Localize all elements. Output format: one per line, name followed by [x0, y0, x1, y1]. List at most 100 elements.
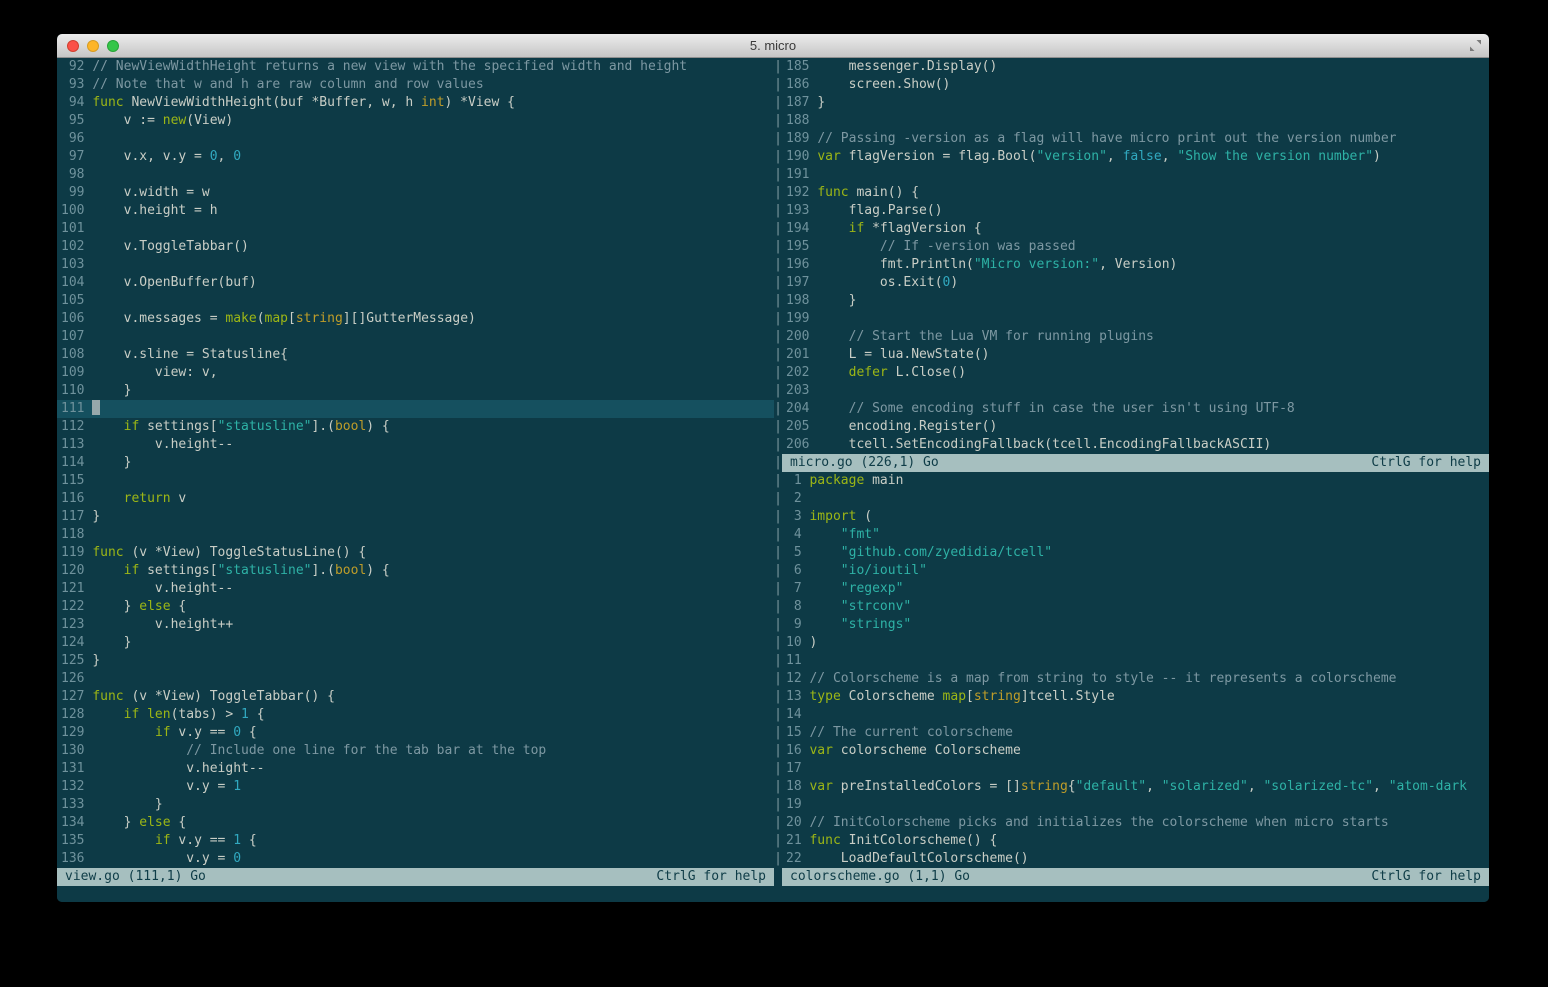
- code-line[interactable]: 196 fmt.Println("Micro version:", Versio…: [786, 256, 1489, 274]
- code-line[interactable]: 8 "strconv": [786, 598, 1489, 616]
- code-area-colorscheme-go[interactable]: 1 package main 2 3 import ( 4 "fmt" 5 "g…: [782, 472, 1489, 868]
- code-line[interactable]: 204 // Some encoding stuff in case the u…: [786, 400, 1489, 418]
- code-line[interactable]: 198 }: [786, 292, 1489, 310]
- code-line[interactable]: 95 v := new(View): [61, 112, 774, 130]
- code-line[interactable]: 102 v.ToggleTabbar(): [61, 238, 774, 256]
- code-line[interactable]: 131 v.height--: [61, 760, 774, 778]
- code-line[interactable]: 93 // Note that w and h are raw column a…: [61, 76, 774, 94]
- code-line[interactable]: 203: [786, 382, 1489, 400]
- code-token: if: [123, 707, 140, 722]
- code-line[interactable]: 195 // If -version was passed: [786, 238, 1489, 256]
- code-line[interactable]: 21 func InitColorscheme() {: [786, 832, 1489, 850]
- code-line[interactable]: 191: [786, 166, 1489, 184]
- code-line[interactable]: 11: [786, 652, 1489, 670]
- code-line[interactable]: 3 import (: [786, 508, 1489, 526]
- code-line[interactable]: 116 return v: [61, 490, 774, 508]
- minimize-button[interactable]: [87, 39, 99, 52]
- code-line[interactable]: 127 func (v *View) ToggleTabbar() {: [61, 688, 774, 706]
- code-line[interactable]: 19: [786, 796, 1489, 814]
- code-line[interactable]: 106 v.messages = make(map[string][]Gutte…: [61, 310, 774, 328]
- code-line[interactable]: 135 if v.y == 1 {: [61, 832, 774, 850]
- code-line[interactable]: 99 v.width = w: [61, 184, 774, 202]
- code-line[interactable]: 129 if v.y == 0 {: [61, 724, 774, 742]
- code-line[interactable]: 6 "io/ioutil": [786, 562, 1489, 580]
- code-line[interactable]: 136 v.y = 0: [61, 850, 774, 868]
- code-line[interactable]: 114 }: [61, 454, 774, 472]
- code-line[interactable]: 197 os.Exit(0): [786, 274, 1489, 292]
- code-line[interactable]: 103: [61, 256, 774, 274]
- code-line[interactable]: 186 screen.Show(): [786, 76, 1489, 94]
- code-line[interactable]: 120 if settings["statusline"].(bool) {: [61, 562, 774, 580]
- code-line[interactable]: 130 // Include one line for the tab bar …: [61, 742, 774, 760]
- code-line[interactable]: 119 func (v *View) ToggleStatusLine() {: [61, 544, 774, 562]
- code-line[interactable]: 18 var preInstalledColors = []string{"de…: [786, 778, 1489, 796]
- code-line[interactable]: 189 // Passing -version as a flag will h…: [786, 130, 1489, 148]
- titlebar[interactable]: 5. micro: [57, 34, 1489, 58]
- code-area-micro-go[interactable]: 185 messenger.Display() 186 screen.Show()…: [782, 58, 1489, 454]
- code-line[interactable]: 98: [61, 166, 774, 184]
- code-line[interactable]: 112 if settings["statusline"].(bool) {: [61, 418, 774, 436]
- code-line[interactable]: 202 defer L.Close(): [786, 364, 1489, 382]
- code-line[interactable]: 104 v.OpenBuffer(buf): [61, 274, 774, 292]
- code-line[interactable]: 13 type Colorscheme map[string]tcell.Sty…: [786, 688, 1489, 706]
- code-line[interactable]: 117 }: [61, 508, 774, 526]
- code-line[interactable]: 105: [61, 292, 774, 310]
- code-line[interactable]: 205 encoding.Register(): [786, 418, 1489, 436]
- code-line[interactable]: 192 func main() {: [786, 184, 1489, 202]
- code-line[interactable]: 123 v.height++: [61, 616, 774, 634]
- code-line[interactable]: 107: [61, 328, 774, 346]
- code-line[interactable]: 111: [57, 400, 774, 418]
- code-line[interactable]: 7 "regexp": [786, 580, 1489, 598]
- code-line[interactable]: 128 if len(tabs) > 1 {: [61, 706, 774, 724]
- code-line[interactable]: 193 flag.Parse(): [786, 202, 1489, 220]
- code-line[interactable]: 134 } else {: [61, 814, 774, 832]
- code-line[interactable]: 14: [786, 706, 1489, 724]
- code-line[interactable]: 15 // The current colorscheme: [786, 724, 1489, 742]
- code-line[interactable]: 122 } else {: [61, 598, 774, 616]
- code-line[interactable]: 12 // Colorscheme is a map from string t…: [786, 670, 1489, 688]
- code-token: ].(: [311, 563, 335, 578]
- code-line[interactable]: 126: [61, 670, 774, 688]
- code-line[interactable]: 206 tcell.SetEncodingFallback(tcell.Enco…: [786, 436, 1489, 454]
- code-line[interactable]: 1 package main: [786, 472, 1489, 490]
- code-line[interactable]: 20 // InitColorscheme picks and initiali…: [786, 814, 1489, 832]
- code-line[interactable]: 9 "strings": [786, 616, 1489, 634]
- code-line[interactable]: 115: [61, 472, 774, 490]
- code-line[interactable]: 16 var colorscheme Colorscheme: [786, 742, 1489, 760]
- code-line[interactable]: 124 }: [61, 634, 774, 652]
- code-line[interactable]: 125 }: [61, 652, 774, 670]
- code-line[interactable]: 199: [786, 310, 1489, 328]
- code-line[interactable]: 194 if *flagVersion {: [786, 220, 1489, 238]
- code-line[interactable]: 109 view: v,: [61, 364, 774, 382]
- code-line[interactable]: 97 v.x, v.y = 0, 0: [61, 148, 774, 166]
- code-line[interactable]: 108 v.sline = Statusline{: [61, 346, 774, 364]
- code-line[interactable]: 132 v.y = 1: [61, 778, 774, 796]
- code-line[interactable]: 190 var flagVersion = flag.Bool("version…: [786, 148, 1489, 166]
- code-line[interactable]: 101: [61, 220, 774, 238]
- code-line[interactable]: 10 ): [786, 634, 1489, 652]
- code-line[interactable]: 121 v.height--: [61, 580, 774, 598]
- code-line[interactable]: 118: [61, 526, 774, 544]
- code-line[interactable]: 4 "fmt": [786, 526, 1489, 544]
- code-line[interactable]: 113 v.height--: [61, 436, 774, 454]
- code-line[interactable]: 201 L = lua.NewState(): [786, 346, 1489, 364]
- resize-icon[interactable]: [1469, 39, 1482, 52]
- zoom-button[interactable]: [107, 39, 119, 52]
- code-line[interactable]: 133 }: [61, 796, 774, 814]
- code-line[interactable]: 17: [786, 760, 1489, 778]
- code-line[interactable]: 94 func NewViewWidthHeight(buf *Buffer, …: [61, 94, 774, 112]
- code-line[interactable]: 2: [786, 490, 1489, 508]
- code-area-view-go[interactable]: 92 // NewViewWidthHeight returns a new v…: [57, 58, 774, 868]
- code-line[interactable]: 200 // Start the Lua VM for running plug…: [786, 328, 1489, 346]
- code-line[interactable]: 22 LoadDefaultColorscheme(): [786, 850, 1489, 868]
- code-line[interactable]: 185 messenger.Display(): [786, 58, 1489, 76]
- code-line[interactable]: 188: [786, 112, 1489, 130]
- code-line[interactable]: 96: [61, 130, 774, 148]
- code-line[interactable]: 100 v.height = h: [61, 202, 774, 220]
- code-line[interactable]: 187 }: [786, 94, 1489, 112]
- code-line[interactable]: 110 }: [61, 382, 774, 400]
- close-button[interactable]: [67, 39, 79, 52]
- code-line[interactable]: 92 // NewViewWidthHeight returns a new v…: [61, 58, 774, 76]
- code-line[interactable]: 5 "github.com/zyedidia/tcell": [786, 544, 1489, 562]
